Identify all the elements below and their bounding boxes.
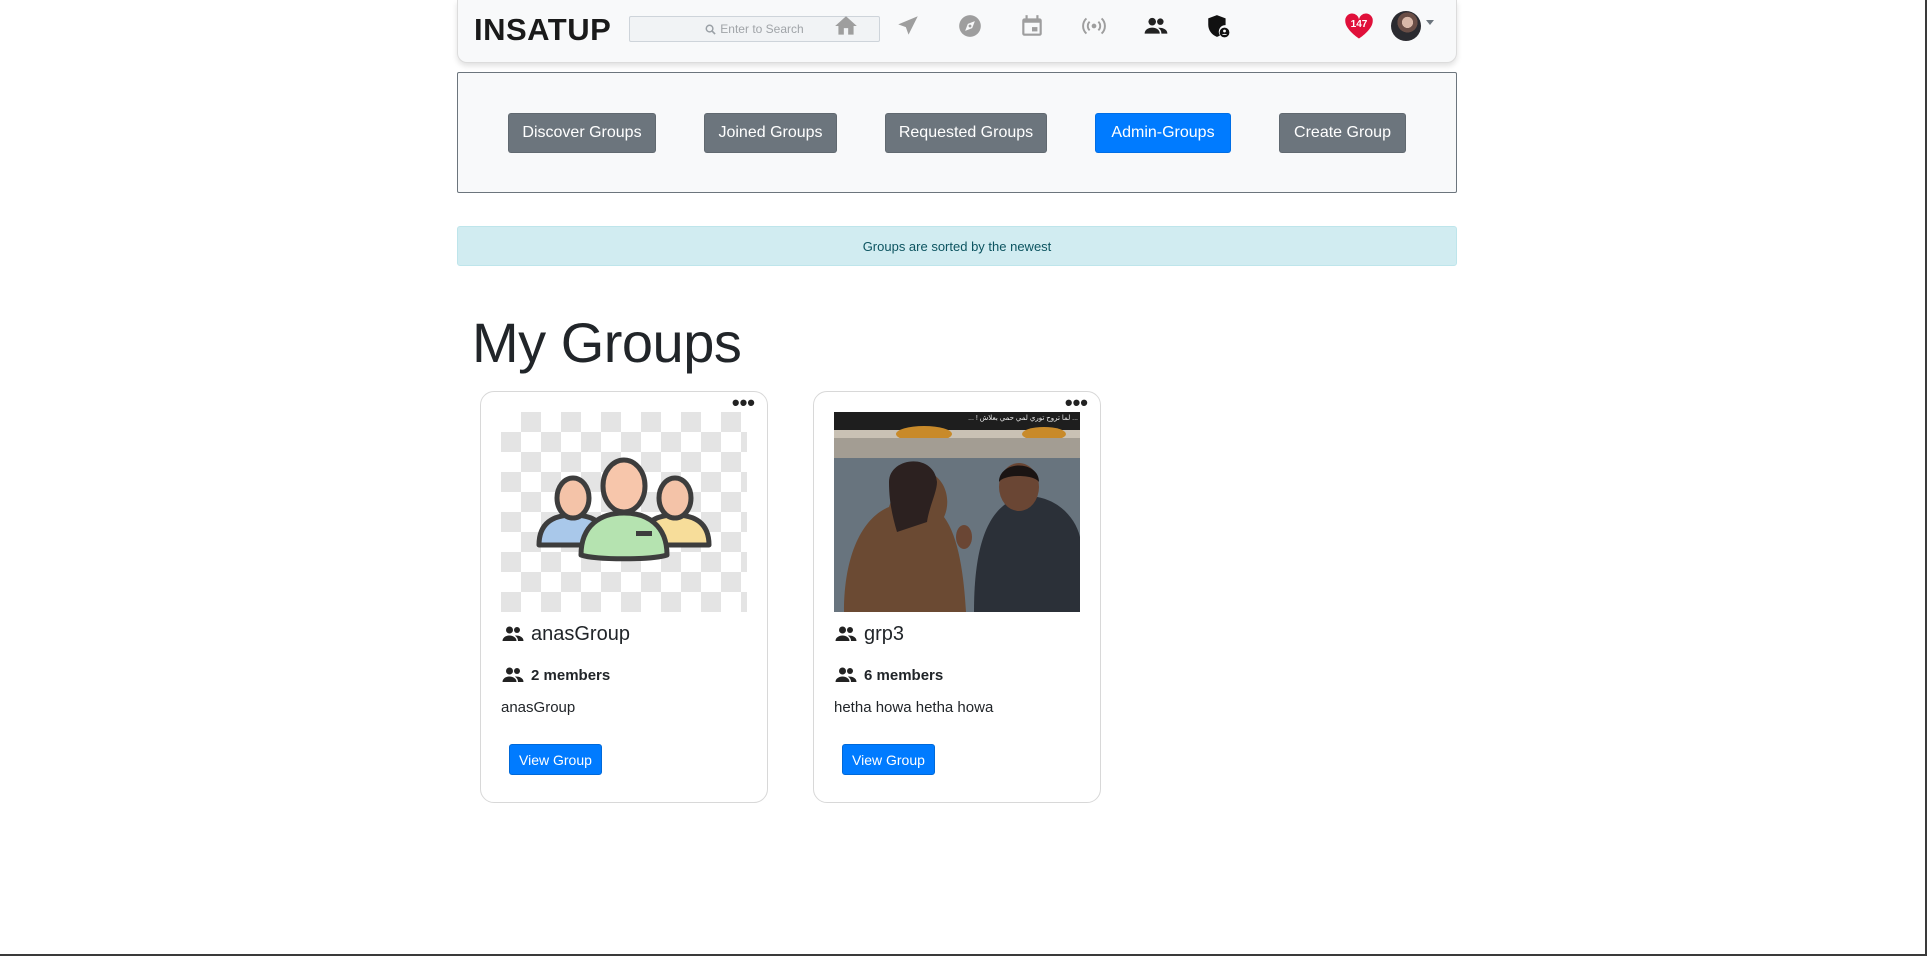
page-title: My Groups (472, 311, 742, 374)
group-name-row: anasGroup (501, 622, 630, 646)
notifications-heart-icon[interactable]: 147 (1344, 12, 1374, 40)
more-options-icon[interactable]: ••• (1065, 392, 1088, 414)
joined-groups-button[interactable]: Joined Groups (704, 113, 837, 153)
brand-logo[interactable]: INSATUP (474, 12, 611, 48)
compass-icon[interactable] (956, 12, 984, 40)
more-options-icon[interactable]: ••• (732, 392, 755, 414)
group-card: ••• ... ! لما تروح توري لمي حمي بعلاش ..… (813, 391, 1101, 803)
calendar-icon[interactable] (1018, 12, 1046, 40)
live-broadcast-icon[interactable] (1080, 12, 1108, 40)
view-group-button[interactable]: View Group (509, 744, 602, 775)
group-nav-panel: Discover Groups Joined Groups Requested … (457, 72, 1457, 193)
group-icon (835, 626, 857, 641)
admin-groups-button[interactable]: Admin-Groups (1095, 113, 1231, 153)
group-members-row: 2 members (501, 663, 610, 687)
group-name[interactable]: anasGroup (531, 623, 630, 646)
group-name[interactable]: grp3 (864, 623, 904, 646)
group-name-row: grp3 (834, 622, 904, 646)
alert-text: Groups are sorted by the newest (862, 238, 1052, 254)
member-count: 6 members (864, 666, 944, 684)
admin-shield-icon[interactable] (1204, 12, 1232, 40)
page: INSATUP Enter to Search 147 Discover Gro… (0, 0, 1927, 956)
groups-icon[interactable] (1142, 12, 1170, 40)
members-icon (835, 667, 857, 682)
search-placeholder: Enter to Search (720, 22, 804, 36)
send-icon[interactable] (894, 12, 922, 40)
group-icon (502, 626, 524, 641)
group-description: anasGroup (501, 699, 576, 716)
group-photo (834, 412, 1080, 612)
discover-groups-button[interactable]: Discover Groups (508, 113, 656, 153)
member-count: 2 members (531, 666, 611, 684)
members-icon (502, 667, 524, 682)
group-thumbnail[interactable]: ... ! لما تروح توري لمي حمي بعلاش ... (834, 412, 1080, 612)
group-thumbnail[interactable] (501, 412, 747, 612)
group-members-row: 6 members (834, 663, 943, 687)
notification-count: 147 (1350, 19, 1368, 30)
chevron-down-icon[interactable] (1426, 20, 1434, 25)
search-icon (705, 24, 716, 35)
create-group-button[interactable]: Create Group (1279, 113, 1406, 153)
top-navbar: INSATUP Enter to Search 147 (457, 0, 1457, 63)
requested-groups-button[interactable]: Requested Groups (885, 113, 1047, 153)
group-placeholder-icon (536, 457, 712, 562)
group-card: ••• anasGroup 2 members anasGroup View G… (480, 391, 768, 803)
home-icon[interactable] (832, 12, 860, 40)
view-group-button[interactable]: View Group (842, 744, 935, 775)
group-description: hetha howa hetha howa (834, 699, 994, 716)
avatar[interactable] (1391, 11, 1421, 41)
sort-info-alert: Groups are sorted by the newest (457, 226, 1457, 266)
thumbnail-caption: ... ! لما تروح توري لمي حمي بعلاش ... (968, 415, 1078, 422)
